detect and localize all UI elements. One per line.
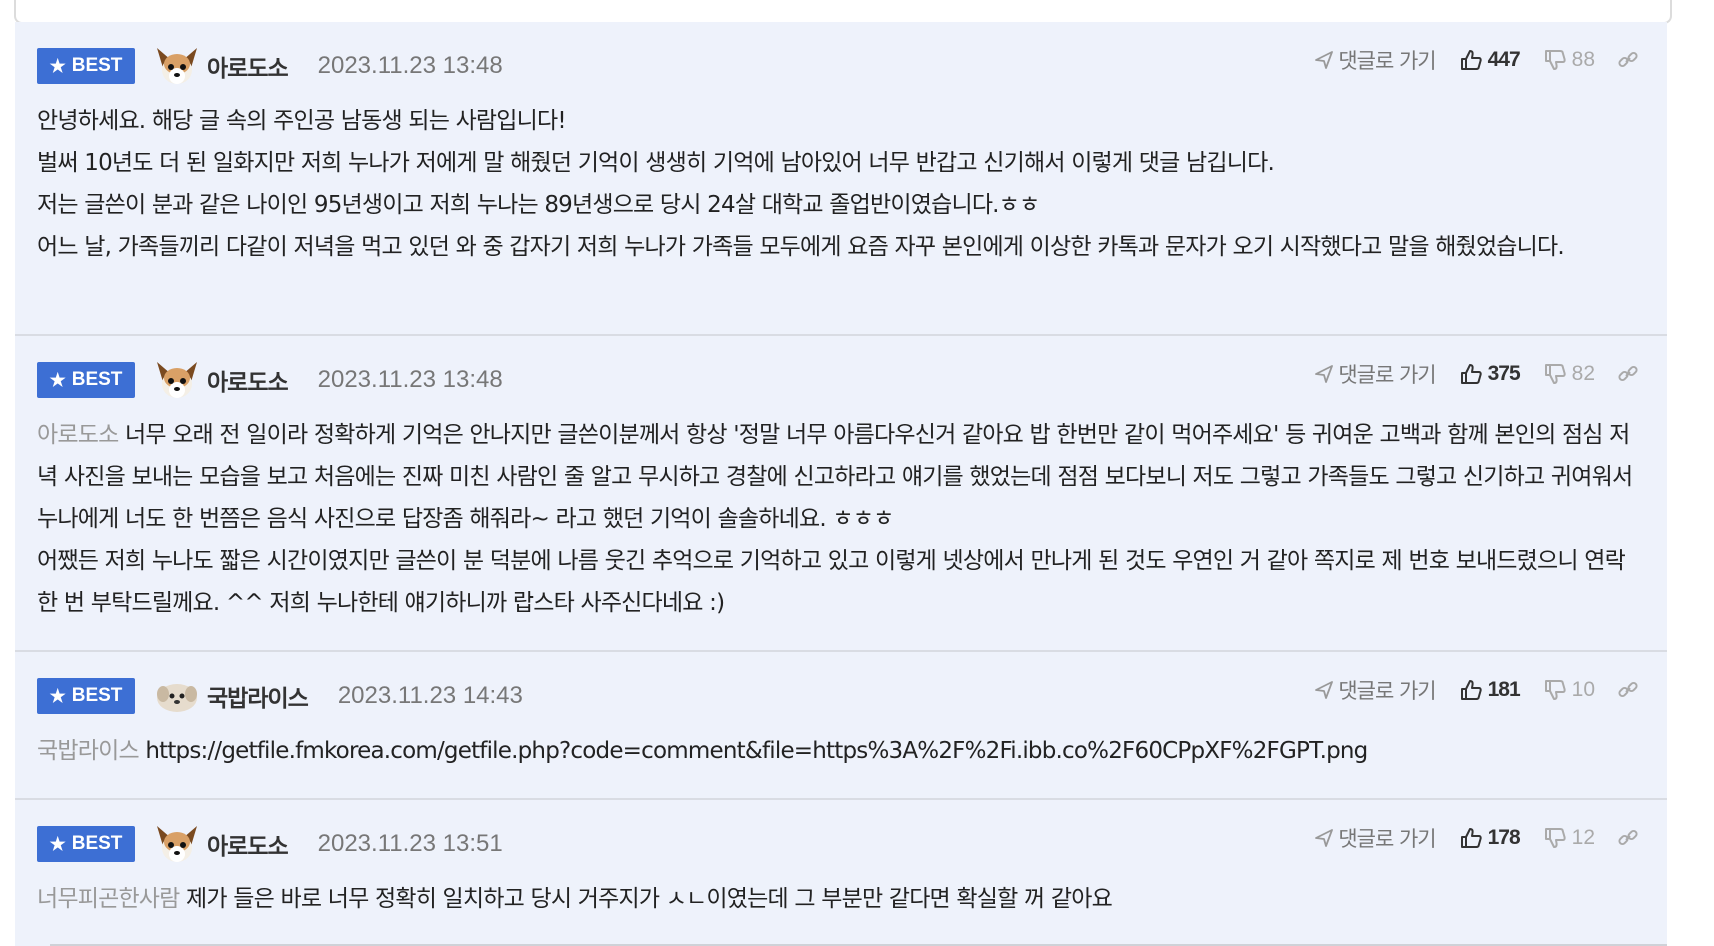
mention-link[interactable]: 아로도소 <box>37 422 119 448</box>
comment-tools: 댓글로 가기 375 82 <box>1314 356 1639 392</box>
comment-date: 2023.11.23 13:51 <box>317 830 503 857</box>
previous-post-box <box>14 0 1672 24</box>
comment-date: 2023.11.23 13:48 <box>317 366 503 393</box>
thumbs-up-icon <box>1460 828 1482 848</box>
star-icon: ★ <box>49 833 66 854</box>
reply-link[interactable]: 댓글로 가기 <box>1314 823 1437 853</box>
star-icon: ★ <box>49 55 66 76</box>
link-icon[interactable] <box>1617 679 1639 701</box>
comment-tools: 댓글로 가기 178 12 <box>1314 820 1639 856</box>
link-icon[interactable] <box>1617 363 1639 385</box>
star-icon: ★ <box>49 685 66 706</box>
chihuahua-avatar[interactable] <box>153 356 201 404</box>
comment-author[interactable]: 국밥라이스 <box>207 679 309 713</box>
comment-author[interactable]: 아로도소 <box>207 827 289 861</box>
upvote-button[interactable]: 375 <box>1460 362 1521 386</box>
comment-item: ★ BEST 아로도소 2023.11.23 13:51 댓글로 가기 178 1… <box>15 800 1667 946</box>
comment-url[interactable]: https://getfile.fmkorea.com/getfile.php?… <box>145 738 1368 764</box>
puppy-avatar[interactable] <box>153 672 201 720</box>
downvote-button[interactable]: 88 <box>1544 48 1595 72</box>
thumbs-up-icon <box>1460 364 1482 384</box>
reply-link[interactable]: 댓글로 가기 <box>1314 359 1437 389</box>
comment-author[interactable]: 아로도소 <box>207 49 289 83</box>
thumbs-down-icon <box>1544 828 1566 848</box>
best-badge: ★ BEST <box>37 48 135 84</box>
comment-date: 2023.11.23 13:48 <box>317 52 503 79</box>
mention-link[interactable]: 국밥라이스 <box>37 738 140 764</box>
thumbs-down-icon <box>1544 50 1566 70</box>
upvote-button[interactable]: 447 <box>1460 48 1521 72</box>
best-badge: ★ BEST <box>37 362 135 398</box>
comment-header: ★ BEST 국밥라이스 2023.11.23 14:43 <box>37 674 523 718</box>
arrow-reply-icon <box>1315 829 1334 847</box>
chihuahua-avatar[interactable] <box>153 42 201 90</box>
downvote-button[interactable]: 10 <box>1544 678 1595 702</box>
mention-link[interactable]: 너무피곤한사람 <box>37 886 180 912</box>
reply-link[interactable]: 댓글로 가기 <box>1314 675 1437 705</box>
best-badge: ★ BEST <box>37 826 135 862</box>
comment-body: 아로도소 너무 오래 전 일이라 정확하게 기억은 안나지만 글쓴이분께서 항상… <box>37 422 1633 616</box>
link-icon[interactable] <box>1617 827 1639 849</box>
comment-author[interactable]: 아로도소 <box>207 363 289 397</box>
best-badge: ★ BEST <box>37 678 135 714</box>
thumbs-down-icon <box>1544 680 1566 700</box>
comment-tools: 댓글로 가기 447 88 <box>1314 42 1639 78</box>
star-icon: ★ <box>49 369 66 390</box>
comment-header: ★ BEST 아로도소 2023.11.23 13:48 <box>37 358 503 402</box>
reply-link[interactable]: 댓글로 가기 <box>1314 45 1437 75</box>
arrow-reply-icon <box>1315 365 1334 383</box>
comment-body: 국밥라이스 https://getfile.fmkorea.com/getfil… <box>37 730 1647 772</box>
upvote-button[interactable]: 178 <box>1460 826 1521 850</box>
arrow-reply-icon <box>1315 51 1334 69</box>
comment-body: 너무피곤한사람 제가 들은 바로 너무 정확히 일치하고 당시 거주지가 ㅅㄴ이… <box>37 886 1113 912</box>
link-icon[interactable] <box>1617 49 1639 71</box>
chihuahua-avatar[interactable] <box>153 820 201 868</box>
comment-header: ★ BEST 아로도소 2023.11.23 13:48 <box>37 44 503 88</box>
thumbs-down-icon <box>1544 364 1566 384</box>
comment-date: 2023.11.23 14:43 <box>337 682 523 709</box>
comment-header: ★ BEST 아로도소 2023.11.23 13:51 <box>37 822 503 866</box>
thumbs-up-icon <box>1460 680 1482 700</box>
comment-body: 안녕하세요. 해당 글 속의 주인공 남동생 되는 사람입니다! 벌써 10년도… <box>37 108 1565 260</box>
comment-item: ★ BEST 국밥라이스 2023.11.23 14:43 댓글로 가기 181 … <box>15 652 1667 800</box>
upvote-button[interactable]: 181 <box>1460 678 1521 702</box>
comment-item: ★ BEST 아로도소 2023.11.23 13:48 댓글로 가기 447 8… <box>15 22 1667 336</box>
arrow-reply-icon <box>1315 681 1334 699</box>
comment-item: ★ BEST 아로도소 2023.11.23 13:48 댓글로 가기 375 8… <box>15 336 1667 652</box>
downvote-button[interactable]: 12 <box>1544 826 1595 850</box>
downvote-button[interactable]: 82 <box>1544 362 1595 386</box>
thumbs-up-icon <box>1460 50 1482 70</box>
comment-tools: 댓글로 가기 181 10 <box>1314 672 1639 708</box>
